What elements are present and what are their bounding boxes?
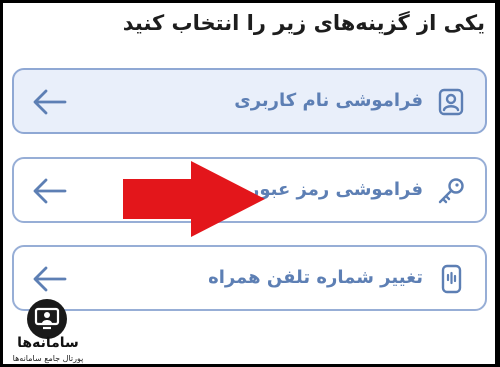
user-id-icon	[438, 88, 464, 116]
watermark-emblem	[27, 299, 67, 339]
screen-frame: یکی از گزینه‌های زیر را انتخاب کنید فرام…	[3, 3, 495, 364]
watermark-subtitle: پورتال جامع سامانه‌ها	[12, 354, 84, 363]
forgot-password-label: فراموشی رمز عبور	[248, 179, 423, 200]
key-icon	[438, 178, 464, 204]
monitor-user-icon	[34, 307, 60, 330]
forgot-username-label: فراموشی نام کاربری	[234, 90, 423, 111]
arrow-left-icon	[33, 178, 67, 204]
page-title: یکی از گزینه‌های زیر را انتخاب کنید	[122, 11, 485, 35]
change-phone-label: تغییر شماره تلفن همراه	[208, 267, 423, 288]
red-pointer-arrow-icon	[123, 161, 265, 237]
phone-icon	[441, 264, 462, 294]
watermark-logo: سامانه‌ها پورتال جامع سامانه‌ها	[3, 293, 93, 364]
arrow-left-icon	[33, 266, 67, 292]
watermark-title: سامانه‌ها	[17, 335, 79, 351]
forgot-username-option[interactable]: فراموشی نام کاربری	[12, 68, 487, 134]
arrow-left-icon	[33, 89, 67, 115]
